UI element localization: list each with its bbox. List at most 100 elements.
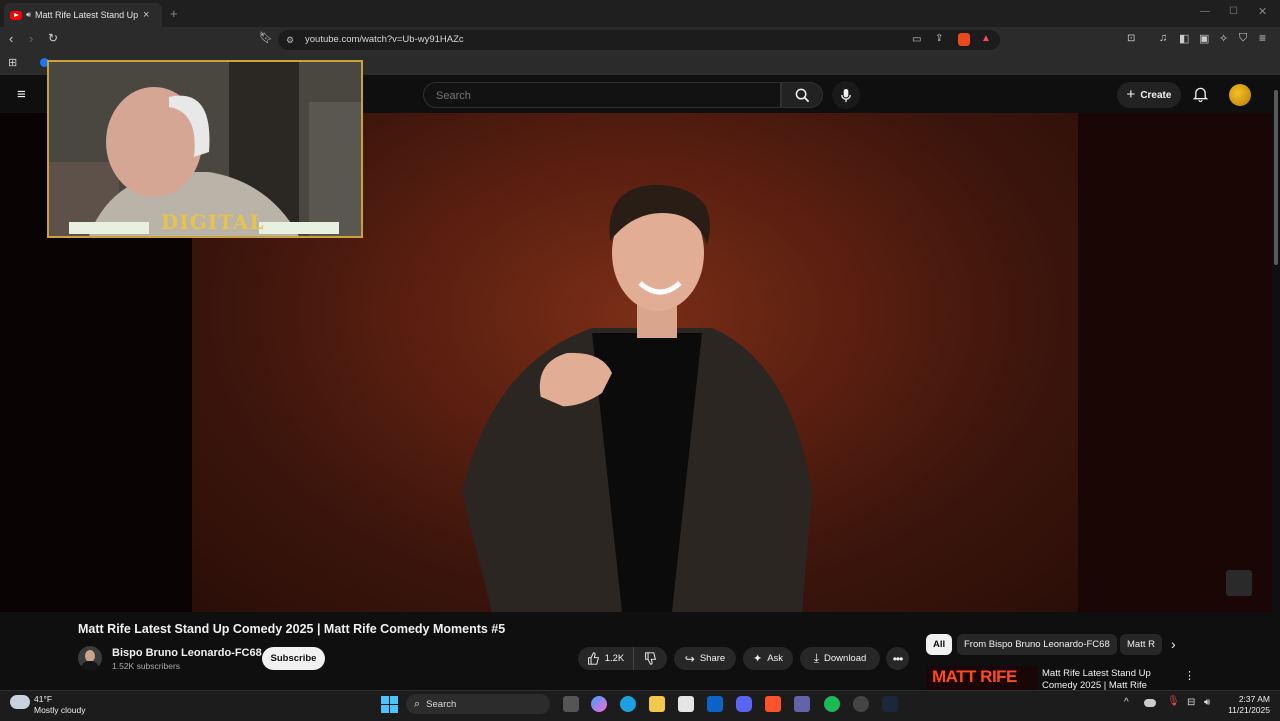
download-button[interactable]: ⤓ Download: [800, 647, 880, 670]
notifications-button[interactable]: [1192, 86, 1209, 105]
tray-mic-icon[interactable]: 🎙︎: [1167, 696, 1180, 707]
browser-menu-icon[interactable]: ≡: [1259, 31, 1266, 45]
plus-icon: +: [1126, 86, 1136, 103]
streamer-webcam-overlay: DIGITAL: [47, 60, 363, 238]
youtube-favicon-icon: [10, 10, 22, 20]
onedrive-icon[interactable]: [1144, 699, 1156, 707]
share-label: Share: [699, 653, 726, 664]
search-icon: [795, 88, 809, 102]
share-page-icon[interactable]: ⇪: [935, 33, 943, 44]
channel-watermark[interactable]: [1226, 570, 1252, 596]
discord-icon[interactable]: [736, 696, 752, 712]
hamburger-menu-icon[interactable]: ≡: [17, 86, 26, 103]
ask-label: Ask: [767, 653, 784, 664]
taskbar-search-icon: ⌕: [414, 697, 421, 710]
screenshot-icon[interactable]: ⊡: [1127, 33, 1135, 44]
dislike-button[interactable]: [633, 647, 667, 670]
more-vertical-icon[interactable]: ⋮: [1184, 669, 1195, 682]
forward-icon[interactable]: ›: [29, 31, 33, 46]
subscriber-count: 1.52K subscribers: [112, 661, 181, 671]
tray-chevron-up-icon[interactable]: ^: [1124, 697, 1129, 708]
chip-matt-rife[interactable]: Matt R: [1120, 634, 1162, 655]
minimize-icon[interactable]: —: [1200, 6, 1210, 17]
scrollbar-thumb[interactable]: [1274, 90, 1278, 265]
spotify-icon[interactable]: [824, 696, 840, 712]
new-tab-icon[interactable]: +: [170, 6, 178, 21]
download-icon: ⤓: [813, 651, 820, 665]
chevron-right-icon[interactable]: ›: [1171, 636, 1176, 652]
video-title: Matt Rife Latest Stand Up Comedy 2025 | …: [78, 622, 506, 636]
media-icon[interactable]: ♫: [1159, 32, 1167, 44]
reload-icon[interactable]: ↻: [48, 31, 58, 45]
clock-date[interactable]: 11/21/2025: [1226, 705, 1270, 715]
chip-all[interactable]: All: [926, 634, 953, 655]
speaker-icon: 🔊︎: [26, 10, 32, 19]
browser-tab-strip: [0, 0, 1280, 27]
video-pillarbox-right: [1078, 113, 1272, 612]
outlook-icon[interactable]: [707, 696, 723, 712]
search-button[interactable]: [781, 82, 823, 108]
vpn-icon[interactable]: ⛉: [1239, 32, 1247, 45]
thumbs-down-icon: [645, 652, 656, 665]
network-icon[interactable]: ⊟: [1187, 697, 1195, 708]
cast-icon[interactable]: ▭: [912, 34, 921, 45]
weather-temperature[interactable]: 41°F: [34, 694, 52, 704]
brave-rewards-icon[interactable]: ▲: [981, 33, 991, 44]
create-button[interactable]: + Create: [1117, 82, 1181, 108]
search-input[interactable]: [434, 89, 768, 103]
brave-shields-icon[interactable]: [958, 33, 970, 46]
thumbs-up-icon: [587, 652, 599, 665]
task-view-icon[interactable]: [563, 696, 579, 712]
more-horizontal-icon: •••: [892, 651, 904, 666]
download-label: Download: [824, 653, 867, 664]
bookmark-icon[interactable]: 🔖︎: [259, 31, 273, 44]
window-close-icon[interactable]: ✕: [1258, 5, 1267, 18]
create-label: Create: [1140, 89, 1172, 101]
ask-button[interactable]: ✦ Ask: [743, 647, 793, 670]
browser-tab[interactable]: 🔊︎ Matt Rife Latest Stand Up Comedy 2025…: [4, 3, 162, 27]
file-explorer-icon[interactable]: [649, 696, 665, 712]
tab-close-icon[interactable]: ×: [143, 9, 149, 21]
subscribe-button[interactable]: Subscribe: [262, 647, 325, 670]
microphone-icon: [841, 88, 851, 102]
more-actions-button[interactable]: •••: [886, 647, 909, 670]
maximize-icon[interactable]: ☐: [1229, 6, 1238, 17]
account-avatar[interactable]: [1229, 84, 1251, 106]
url-text[interactable]: youtube.com/watch?v=Ub-wy91HAZc: [305, 34, 464, 45]
weather-description[interactable]: Mostly cloudy: [34, 705, 86, 715]
webcam-logo-text: DIGITAL: [161, 210, 265, 234]
windows-taskbar: [0, 690, 1280, 721]
share-icon: ↪: [684, 651, 695, 666]
tab-title: Matt Rife Latest Stand Up Comedy 2025 | …: [35, 10, 139, 20]
brave-icon[interactable]: [765, 696, 781, 712]
copilot-icon[interactable]: [591, 696, 607, 712]
apps-grid-icon[interactable]: ⊞: [8, 56, 17, 69]
channel-name[interactable]: Bispo Bruno Leonardo-FC68: [112, 647, 262, 659]
bell-icon: [1192, 87, 1209, 102]
cloud-weather-icon[interactable]: [10, 695, 30, 709]
like-button[interactable]: 1.2K: [578, 647, 633, 670]
sparkle-icon: ✦: [752, 653, 763, 665]
edge-icon[interactable]: [620, 696, 636, 712]
sidebar-toggle-icon[interactable]: ◧: [1179, 32, 1189, 45]
like-count: 1.2K: [604, 653, 625, 664]
microsoft-store-icon[interactable]: [678, 696, 694, 712]
teams-icon[interactable]: [794, 696, 810, 712]
share-button[interactable]: ↪ Share: [674, 647, 736, 670]
channel-avatar[interactable]: [78, 646, 102, 670]
search-box[interactable]: [423, 82, 781, 108]
site-info-icon[interactable]: ⚙︎: [286, 35, 294, 46]
volume-icon[interactable]: 🔊︎: [1204, 697, 1210, 708]
wallet-icon[interactable]: ▣: [1199, 32, 1209, 45]
steam-icon[interactable]: [882, 696, 898, 712]
voice-search-button[interactable]: [832, 81, 860, 109]
obs-icon[interactable]: [853, 696, 869, 712]
leo-ai-icon[interactable]: ✧: [1219, 32, 1228, 45]
clock-time[interactable]: 2:37 AM: [1232, 694, 1270, 704]
chip-from-channel[interactable]: From Bispo Bruno Leonardo-FC68: [957, 634, 1117, 655]
back-icon[interactable]: ‹: [9, 31, 13, 46]
windows-start-icon[interactable]: [381, 696, 398, 713]
recommended-thumbnail-text: MATT RIFE: [932, 667, 1017, 686]
recommended-video-title[interactable]: Matt Rife Latest Stand Up Comedy 2025 | …: [1042, 668, 1177, 690]
taskbar-search-box[interactable]: ⌕ Search: [406, 694, 550, 714]
